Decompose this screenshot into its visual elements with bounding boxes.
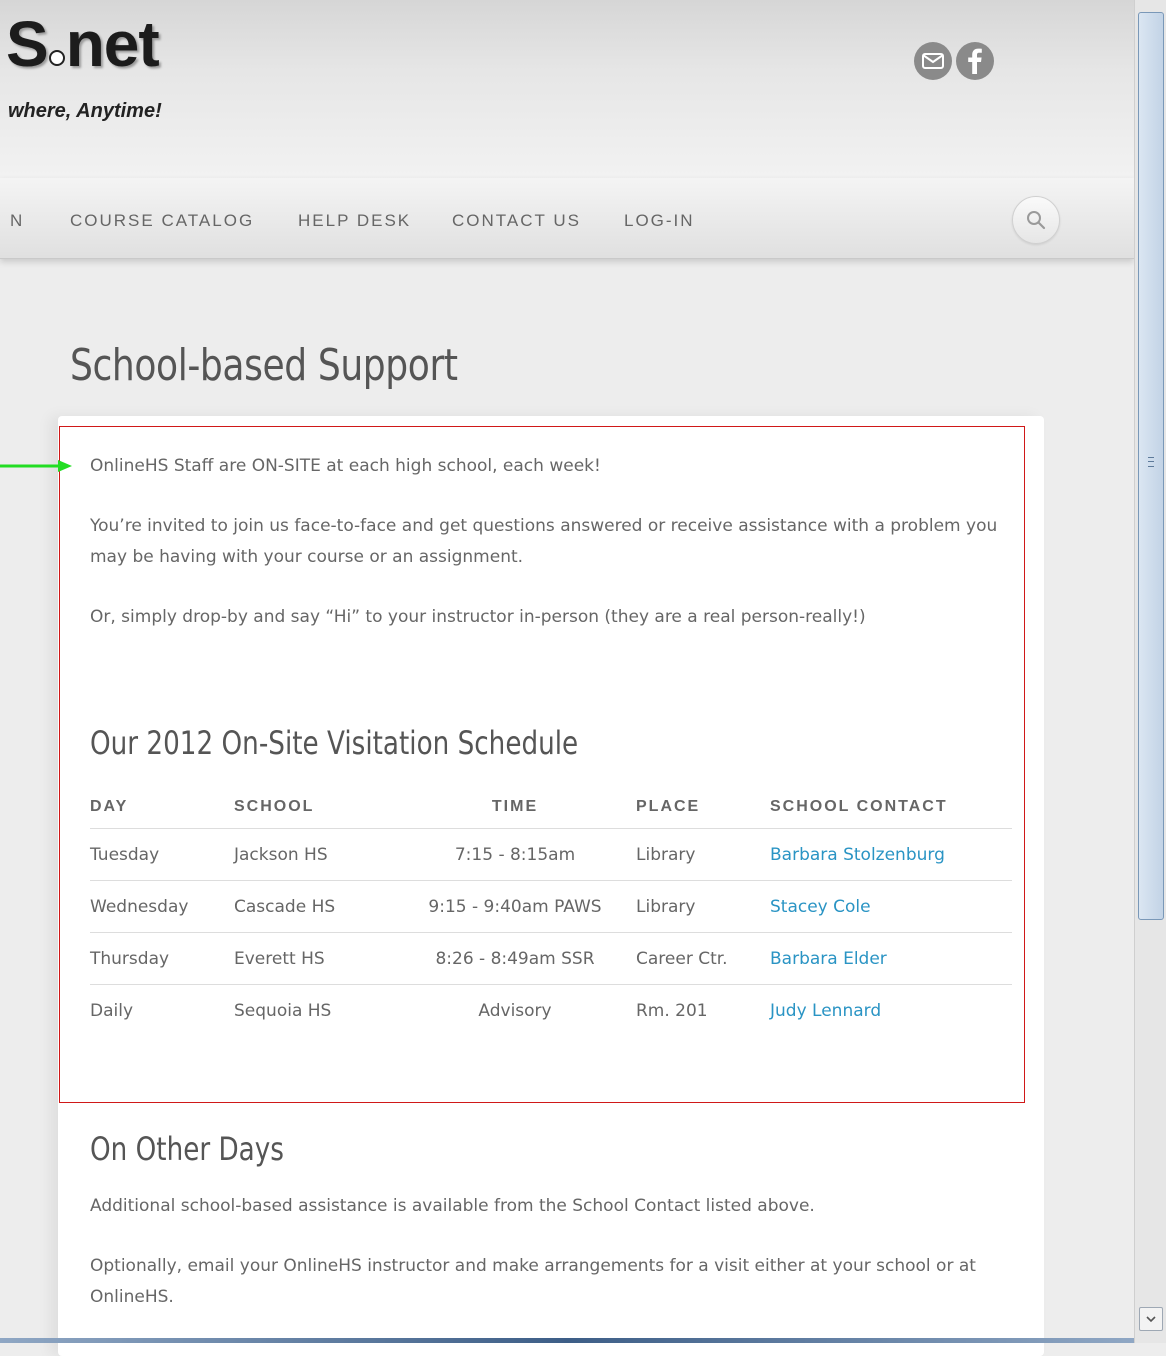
table-row: Thursday Everett HS 8:26 - 8:49am SSR Ca…: [90, 932, 1012, 985]
email-icon[interactable]: [914, 42, 952, 80]
page-title: School-based Support: [70, 340, 458, 391]
nav-item-help-desk[interactable]: HELP DESK: [298, 211, 411, 231]
other-days-title: On Other Days: [90, 1130, 284, 1168]
facebook-icon[interactable]: [956, 42, 994, 80]
grip-icon: [1148, 457, 1154, 467]
cell-time: 9:15 - 9:40am PAWS: [394, 880, 636, 933]
table-row: Daily Sequoia HS Advisory Rm. 201 Judy L…: [90, 985, 1012, 1037]
search-icon: [1027, 211, 1046, 230]
cell-contact: Stacey Cole: [770, 880, 1012, 933]
logo-letter: S: [6, 8, 49, 80]
contact-link[interactable]: Barbara Stolzenburg: [770, 845, 945, 865]
cell-school: Jackson HS: [234, 828, 394, 881]
window-bottom-edge: [0, 1338, 1134, 1343]
nav-item-partial[interactable]: N: [10, 211, 24, 231]
column-header-contact: SCHOOL CONTACT: [770, 786, 1012, 829]
column-header-day: DAY: [90, 786, 234, 829]
main-nav: N COURSE CATALOG HELP DESK CONTACT US LO…: [0, 178, 1134, 259]
cell-day: Tuesday: [90, 828, 234, 881]
contact-link[interactable]: Judy Lennard: [770, 1001, 881, 1021]
cell-contact: Judy Lennard: [770, 985, 1012, 1037]
cell-school: Cascade HS: [234, 880, 394, 933]
vertical-scrollbar[interactable]: [1134, 0, 1166, 1343]
contact-link[interactable]: Stacey Cole: [770, 897, 871, 917]
cell-school: Sequoia HS: [234, 1000, 332, 1021]
social-links: [914, 42, 994, 80]
contact-link[interactable]: Barbara Elder: [770, 949, 887, 969]
schedule-table: DAY SCHOOL TIME PLACE SCHOOL CONTACT Tue…: [90, 786, 1012, 1036]
cell-school: Everett HS: [234, 932, 394, 985]
cell-day: Thursday: [90, 932, 234, 985]
site-tagline: where, Anytime!: [8, 100, 162, 122]
column-header-time: TIME: [394, 786, 636, 829]
table-header-row: DAY SCHOOL TIME PLACE SCHOOL CONTACT: [90, 786, 1012, 829]
nav-item-contact-us[interactable]: CONTACT US: [452, 211, 581, 231]
intro-paragraph: You’re invited to join us face-to-face a…: [90, 516, 998, 567]
other-days-paragraph: Additional school-based assistance is av…: [90, 1196, 815, 1216]
cell-time: 8:26 - 8:49am SSR: [394, 932, 636, 985]
cell-day: Wednesday: [90, 880, 234, 933]
scrollbar-thumb[interactable]: [1138, 12, 1164, 920]
logo-dot: [48, 50, 65, 66]
site-logo[interactable]: Snet: [6, 12, 160, 76]
column-header-school: SCHOOL: [234, 786, 394, 829]
cell-place: Library: [636, 828, 770, 881]
other-days-paragraph: Optionally, email your OnlineHS instruct…: [90, 1256, 976, 1307]
cell-day: Daily: [90, 1000, 134, 1021]
cell-place: Rm. 201: [636, 1000, 708, 1021]
column-header-place: PLACE: [636, 786, 770, 829]
intro-paragraph: OnlineHS Staff are ON-SITE at each high …: [90, 456, 601, 476]
cell-place: Career Ctr.: [636, 932, 770, 985]
search-button[interactable]: [1012, 196, 1060, 244]
nav-item-log-in[interactable]: LOG-IN: [624, 211, 695, 231]
cell-contact: Barbara Stolzenburg: [770, 828, 1012, 881]
logo-suffix: net: [65, 8, 160, 80]
cell-time: 7:15 - 8:15am: [394, 828, 636, 881]
scroll-down-button[interactable]: [1139, 1307, 1163, 1331]
schedule-title: Our 2012 On-Site Visitation Schedule: [90, 724, 579, 762]
table-row: Tuesday Jackson HS 7:15 - 8:15am Library…: [90, 828, 1012, 881]
cell-time: Advisory: [478, 1000, 552, 1021]
table-row: Wednesday Cascade HS 9:15 - 9:40am PAWS …: [90, 880, 1012, 933]
cell-contact: Barbara Elder: [770, 932, 1012, 985]
arrow-annotation-icon: [0, 460, 72, 472]
cell-place: Library: [636, 880, 770, 933]
intro-paragraph: Or, simply drop-by and say “Hi” to your …: [90, 607, 866, 627]
chevron-down-icon: [1146, 1316, 1156, 1323]
site-header: Snet where, Anytime!: [0, 0, 1134, 178]
nav-item-course-catalog[interactable]: COURSE CATALOG: [70, 211, 254, 231]
